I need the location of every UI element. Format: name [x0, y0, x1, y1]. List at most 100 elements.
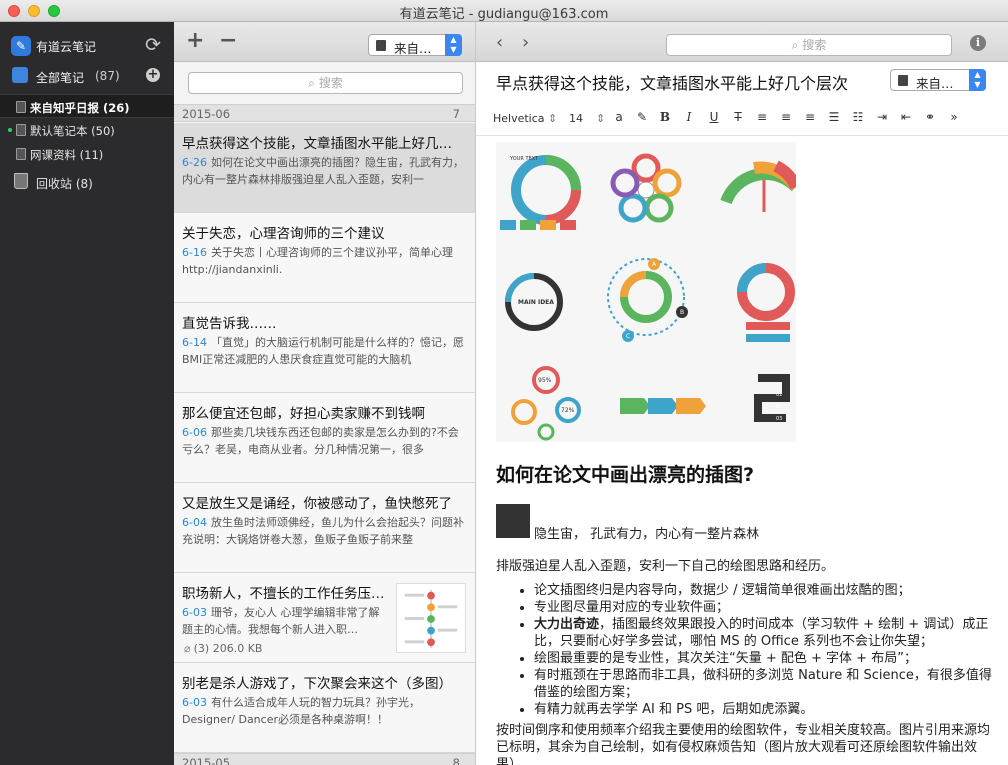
article-heading: 如何在论文中画出漂亮的插图? [496, 464, 755, 486]
note-preview: 6-06 那些卖几块钱东西还包邮的卖家是怎么办到的?不会亏么？老吴，电商从业者。分… [182, 424, 466, 458]
attachment-size: (3) 206.0 KB [193, 642, 263, 655]
bold-lead-text: 大力出奇迹 [534, 617, 600, 632]
add-notebook-icon[interactable]: + [146, 68, 160, 82]
date-group-header: 2015-05 8 [174, 753, 475, 765]
note-list-item[interactable]: 又是放生又是诵经，你被感动了，鱼快憋死了 6-04 放生鱼时法师颂佛经，鱼儿为什么… [174, 483, 475, 573]
font-size-stepper-icon[interactable]: ⇕ [596, 112, 605, 125]
font-family-select[interactable]: Helvetica [493, 112, 545, 125]
window-title: 有道云笔记 - gudiangu@163.com [399, 7, 609, 22]
note-title: 那么便宜还包邮，好担心卖家赚不到钱啊 [182, 406, 425, 422]
group-count: 8 [452, 756, 460, 765]
note-search-input[interactable]: ⌕ 搜索 [188, 72, 463, 94]
note-thumbnail-image [396, 583, 466, 653]
note-list-item[interactable]: 职场新人，不擅长的工作任务压… 6-03 珊爷，友心人 心理学编辑非常了解题主的心… [174, 573, 475, 663]
note-attachment-info: ⌀ (3) 206.0 KB [184, 642, 262, 655]
note-preview: 6-04 放生鱼时法师颂佛经，鱼儿为什么会抬起头？问题补充说明：大锅烙饼卷大葱，鱼… [182, 514, 466, 548]
align-right-icon[interactable]: ≡ [802, 110, 818, 124]
infographic-label: 72% [561, 407, 575, 414]
indent-icon[interactable]: ⇥ [874, 110, 890, 124]
group-date: 2015-05 [182, 756, 231, 765]
notebook-icon [376, 40, 386, 51]
note-preview-text: 如何在论文中画出漂亮的插图？隐生宙，孔武有力，内心有一整片森林排版强迫星人乱入歪… [182, 156, 464, 186]
sidebar-item-notebook[interactable]: 默认笔记本 (50) [0, 118, 174, 142]
list-item: 大力出奇迹，插图最终效果跟投入的时间成本（学习软件 + 绘制 + 调试）成正比，… [534, 616, 992, 650]
group-date: 2015-06 [182, 107, 231, 121]
notebook-icon [16, 124, 26, 136]
author-text: 隐生宙， 孔武有力，内心有一整片森林 [534, 527, 760, 542]
align-center-icon[interactable]: ≡ [778, 110, 794, 124]
notebook-icon [898, 75, 908, 86]
paperclip-icon: ⌀ [184, 642, 191, 655]
new-note-button[interactable]: + [186, 30, 204, 52]
sidebar-header: ✎ 有道云笔记 ⟳ [0, 32, 174, 58]
search-placeholder: 搜索 [318, 76, 343, 90]
list-item: 有精力就再去学学 AI 和 PS 吧，后期如虎添翼。 [534, 701, 992, 718]
notebook-label: 网课资料 (11) [30, 148, 104, 162]
intro-paragraph: 排版强迫星人乱入歪题，安利一下自己的绘图思路和经历。 [496, 559, 835, 574]
strikethrough-icon[interactable]: T [730, 110, 746, 124]
delete-note-button[interactable]: − [219, 30, 237, 52]
sync-icon[interactable]: ⟳ [142, 34, 164, 56]
font-size-select[interactable]: 14 [569, 112, 583, 125]
note-date: 6-14 [182, 336, 207, 349]
notebook-label: 来自知乎日报 (26) [30, 101, 130, 115]
notebook-icon [16, 101, 26, 113]
infographic-label: 03 [776, 416, 782, 422]
font-family-stepper-icon[interactable]: ⇕ [548, 112, 557, 125]
bullet-list: 论文插图终归是内容导向，数据少 / 逻辑简单很难画出炫酷的图； 专业图尽量用对应… [516, 582, 992, 718]
format-toolbar: Helvetica ⇕ 14 ⇕ a ✎ B I U T ≡ ≡ ≡ ☰ ☷ ⇥… [476, 102, 1008, 136]
all-notes-label: 全部笔记 [36, 71, 85, 85]
note-list-item[interactable]: 早点获得这个技能，文章插图水平能上好几… 6-26 如何在论文中画出漂亮的插图？隐… [174, 123, 475, 213]
note-title: 早点获得这个技能，文章插图水平能上好几… [182, 136, 452, 152]
notebook-label: 默认笔记本 (50) [30, 124, 115, 138]
info-icon[interactable]: i [970, 35, 986, 51]
note-title: 又是放生又是诵经，你被感动了，鱼快憋死了 [182, 496, 452, 512]
note-preview-text: 有什么适合成年人玩的智力玩具？孙宇光，Designer/ Dancer必须是各种… [182, 696, 420, 726]
text-color-icon[interactable]: a [611, 110, 627, 124]
window-titlebar: 有道云笔记 - gudiangu@163.com [0, 0, 1008, 22]
notebook-filter-select[interactable]: 来自… ▲ ▼ [368, 34, 462, 56]
forward-chevron-icon[interactable]: › [522, 32, 529, 53]
note-title: 关于失恋，心理咨询师的三个建议 [182, 226, 385, 242]
note-notebook-select[interactable]: 来自… ▲ ▼ [890, 69, 986, 91]
notebook-icon [16, 148, 26, 160]
note-date: 6-06 [182, 426, 207, 439]
back-chevron-icon[interactable]: ‹ [496, 32, 503, 53]
link-icon[interactable]: ⚭ [922, 110, 938, 124]
highlight-icon[interactable]: ✎ [634, 110, 650, 124]
group-count: 7 [452, 107, 460, 121]
note-list-item[interactable]: 关于失恋，心理咨询师的三个建议 6-16 关于失恋丨心理咨询师的三个建议孙平，简单… [174, 213, 475, 303]
italic-icon[interactable]: I [681, 110, 697, 124]
numbered-list-icon[interactable]: ☷ [850, 110, 866, 124]
underline-icon[interactable]: U [706, 110, 722, 124]
select-arrows-icon: ▲ ▼ [445, 34, 462, 56]
note-preview-text: 「直觉」的大脑运行机制可能是什么样的？憶记，愿BMI正常还减肥的人患厌食症直觉可… [182, 336, 464, 366]
list-item: 专业图尽量用对应的专业软件画； [534, 599, 992, 616]
sidebar-item-all-notes[interactable]: 全部笔记 (87) + [0, 64, 174, 88]
more-options-icon[interactable]: » [946, 110, 962, 124]
infographic-label: 95% [538, 377, 552, 384]
date-group-header: 2015-06 7 [174, 104, 475, 122]
sidebar-item-notebook[interactable]: 来自知乎日报 (26) [0, 94, 174, 118]
note-title-field[interactable]: 早点获得这个技能，文章插图水平能上好几个层次 [496, 70, 866, 94]
list-item: 论文插图终归是内容导向，数据少 / 逻辑简单很难画出炫酷的图； [534, 582, 992, 599]
note-preview: 6-26 如何在论文中画出漂亮的插图？隐生宙，孔武有力，内心有一整片森林排版强迫星… [182, 154, 466, 188]
note-list-item[interactable]: 那么便宜还包邮，好担心卖家赚不到钱啊 6-06 那些卖几块钱东西还包邮的卖家是怎么… [174, 393, 475, 483]
infographic-label: YOUR TEXT [509, 156, 539, 162]
list-item: 有时瓶颈在于思路而非工具，做科研的多浏览 Nature 和 Science，有很… [534, 667, 992, 701]
note-list-item[interactable]: 别老是杀人游戏了，下次聚会来这个（多图） 6-03 有什么适合成年人玩的智力玩具？… [174, 663, 475, 753]
align-left-icon[interactable]: ≡ [754, 110, 770, 124]
note-date: 6-03 [182, 606, 207, 619]
global-search-input[interactable]: ⌕ 搜索 [666, 34, 952, 56]
trash-icon [14, 173, 28, 189]
note-list-item[interactable]: 直觉告诉我…… 6-14 「直觉」的大脑运行机制可能是什么样的？憶记，愿BMI正常… [174, 303, 475, 393]
sidebar-item-notebook[interactable]: 网课资料 (11) [0, 142, 174, 166]
outdent-icon[interactable]: ⇤ [898, 110, 914, 124]
bulleted-list-icon[interactable]: ☰ [826, 110, 842, 124]
note-date: 6-26 [182, 156, 207, 169]
sidebar-item-trash[interactable]: 回收站 (8) [0, 168, 174, 196]
bold-icon[interactable]: B [657, 110, 673, 124]
note-list-pane: + − 来自… ▲ ▼ ⌕ 搜索 2015-06 7 早点获得这个技能，文章插图水平… [174, 22, 476, 765]
trash-label: 回收站 (8) [36, 177, 93, 191]
infographic-label: MAIN IDEA [518, 299, 554, 306]
